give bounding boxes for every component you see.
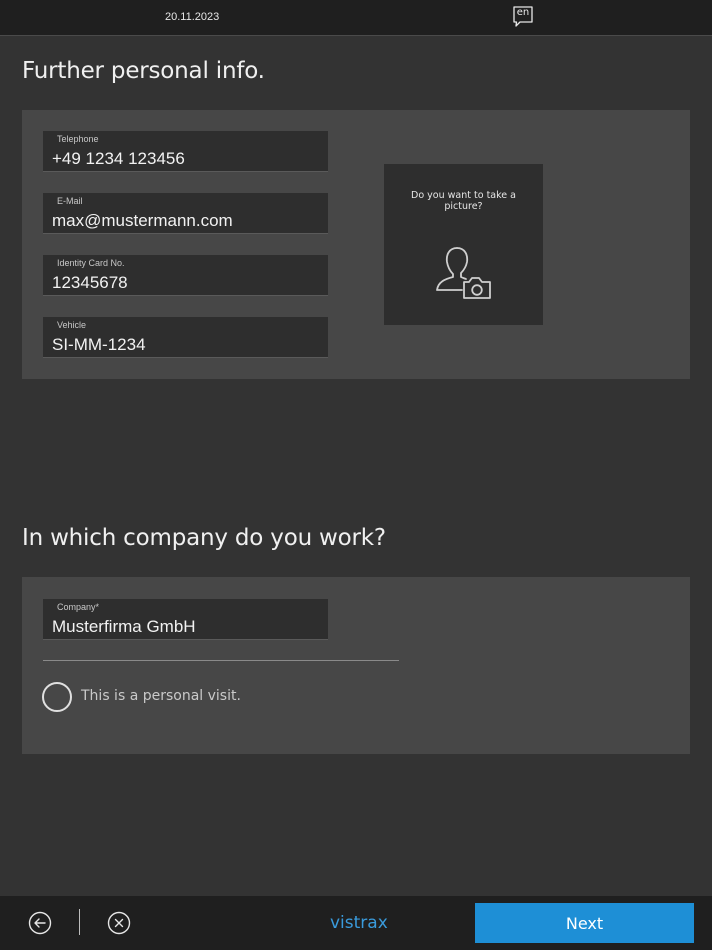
brand-logo: vistrax: [330, 913, 388, 933]
take-picture-prompt: Do you want to take a picture?: [411, 190, 516, 212]
personal-visit-label: This is a personal visit.: [81, 688, 241, 704]
arrow-left-circle-icon: [28, 911, 52, 935]
bottom-bar: vistrax Next: [0, 896, 712, 950]
next-button[interactable]: Next: [475, 903, 694, 943]
visitor-registration-page: 20.11.2023 en Further personal info. Tel…: [0, 0, 712, 950]
company-field[interactable]: Company* Musterfirma GmbH: [43, 599, 328, 640]
company-divider: [43, 660, 399, 661]
bottom-bar-separator: [79, 909, 80, 935]
top-bar: 20.11.2023 en: [0, 0, 712, 36]
identity-card-label: Identity Card No.: [57, 258, 125, 268]
take-picture-button[interactable]: Do you want to take a picture?: [384, 164, 543, 325]
telephone-label: Telephone: [57, 134, 99, 144]
telephone-field[interactable]: Telephone +49 1234 123456: [43, 131, 328, 172]
identity-card-input[interactable]: 12345678: [52, 273, 320, 293]
vehicle-field[interactable]: Vehicle SI-MM-1234: [43, 317, 328, 358]
cancel-button[interactable]: [107, 911, 131, 935]
personal-info-title: Further personal info.: [22, 58, 265, 84]
personal-visit-radio[interactable]: [42, 682, 72, 712]
personal-info-panel: Telephone +49 1234 123456 E-Mail max@mus…: [22, 110, 690, 379]
identity-card-field[interactable]: Identity Card No. 12345678: [43, 255, 328, 296]
person-camera-icon: [436, 247, 491, 299]
company-title: In which company do you work?: [22, 525, 386, 551]
email-input[interactable]: max@mustermann.com: [52, 211, 320, 231]
company-panel: Company* Musterfirma GmbH This is a pers…: [22, 577, 690, 754]
current-date: 20.11.2023: [165, 11, 220, 23]
company-input[interactable]: Musterfirma GmbH: [52, 617, 320, 637]
vehicle-label: Vehicle: [57, 320, 87, 330]
back-button[interactable]: [28, 911, 52, 935]
email-field[interactable]: E-Mail max@mustermann.com: [43, 193, 328, 234]
close-circle-icon: [107, 911, 131, 935]
company-label: Company*: [57, 602, 100, 612]
language-code: en: [516, 7, 530, 18]
email-label: E-Mail: [57, 196, 83, 206]
telephone-input[interactable]: +49 1234 123456: [52, 149, 320, 169]
vehicle-input[interactable]: SI-MM-1234: [52, 335, 320, 355]
language-selector[interactable]: en: [510, 5, 536, 29]
